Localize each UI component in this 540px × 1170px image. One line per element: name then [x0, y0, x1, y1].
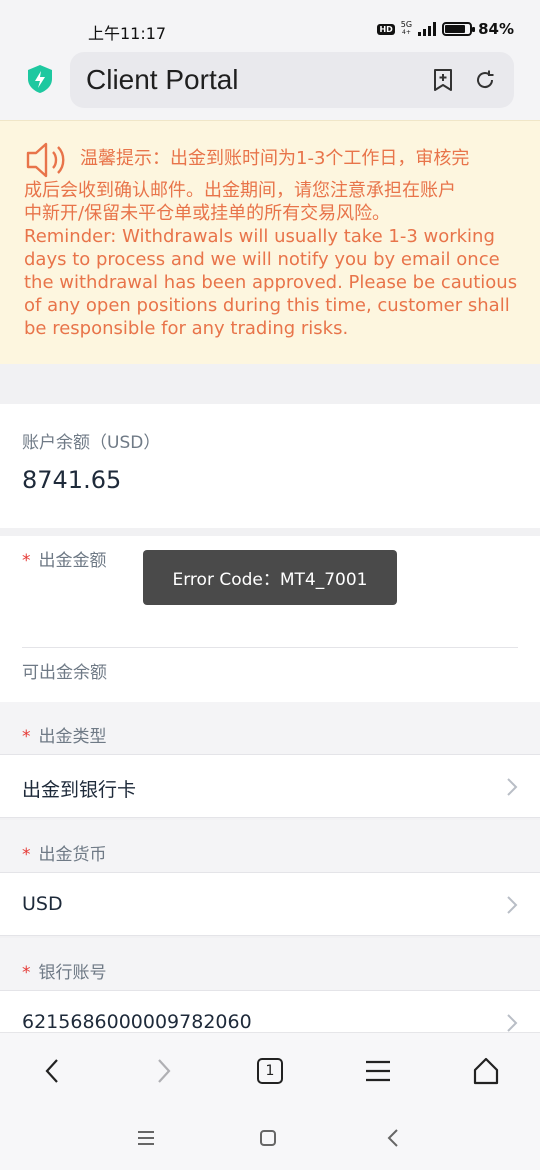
network-icon: 5G 4+	[400, 20, 413, 37]
currency-label: * 出金货币	[22, 845, 107, 865]
battery-icon	[442, 22, 476, 36]
balance-label: 账户余额（USD）	[22, 433, 161, 453]
reload-icon[interactable]	[474, 69, 496, 91]
account-value: 6215686000009782060	[22, 1011, 252, 1033]
forward-icon	[158, 1059, 171, 1083]
forward-button[interactable]	[144, 1051, 184, 1091]
address-area: Client Portal	[0, 52, 540, 120]
recent-apps-icon[interactable]	[134, 1126, 158, 1150]
bookmark-add-icon[interactable]	[432, 69, 454, 91]
currency-value: USD	[22, 893, 63, 915]
required-mark: *	[22, 963, 31, 983]
withdrawal-notice: 温馨提示：出金到账时间为1-3个工作日，审核完 成后会收到确认邮件。出金期间，请…	[0, 120, 540, 364]
browser-toolbar: 1	[0, 1032, 540, 1106]
amount-label: * 出金金额	[22, 551, 107, 571]
back-button[interactable]	[32, 1051, 72, 1091]
spacer	[0, 364, 540, 404]
notice-zh-line2: 成后会收到确认邮件。出金期间，请您注意承担在账户	[24, 180, 456, 201]
required-mark: *	[22, 845, 31, 865]
url-bar[interactable]: Client Portal	[70, 52, 514, 108]
required-mark: *	[22, 551, 31, 571]
tabs-button[interactable]: 1	[250, 1051, 290, 1091]
status-icons: HD 5G 4+ 84%	[377, 20, 514, 38]
withdrawal-type-select[interactable]: 出金到银行卡	[0, 754, 540, 818]
notice-zh-line3: 中新开/保留未平仓单或挂单的所有交易风险。	[24, 203, 391, 224]
error-toast: Error Code：MT4_7001	[143, 550, 397, 605]
divider	[22, 647, 518, 648]
type-value: 出金到银行卡	[22, 779, 137, 801]
balance-value: 8741.65	[22, 466, 122, 494]
home-icon	[473, 1057, 499, 1085]
hd-icon: HD	[377, 23, 395, 35]
back-icon	[45, 1059, 58, 1083]
notice-text: 温馨提示：出金到账时间为1-3个工作日，审核完 成后会收到确认邮件。出金期间，请…	[24, 147, 520, 340]
home-button[interactable]	[466, 1051, 506, 1091]
tabs-icon: 1	[257, 1058, 283, 1084]
menu-button[interactable]	[358, 1051, 398, 1091]
account-label: * 银行账号	[22, 963, 107, 983]
available-balance-label: 可出金余额	[22, 663, 107, 683]
type-label: * 出金类型	[22, 727, 107, 747]
required-mark: *	[22, 727, 31, 747]
currency-select[interactable]: USD	[0, 872, 540, 936]
shield-icon[interactable]	[26, 64, 54, 94]
chevron-right-icon	[507, 1014, 518, 1032]
notice-zh-line1: 温馨提示：出金到账时间为1-3个工作日，审核完	[80, 148, 470, 169]
status-bar: 上午11:17 HD 5G 4+ 84%	[0, 0, 540, 52]
notice-en: Reminder: Withdrawals will usually take …	[24, 226, 518, 339]
system-navigation	[0, 1106, 540, 1170]
chevron-right-icon	[507, 778, 518, 796]
battery-percent: 84%	[478, 20, 514, 38]
status-time: 上午11:17	[88, 24, 167, 43]
home-square-icon[interactable]	[256, 1126, 280, 1150]
page-title[interactable]: Client Portal	[86, 64, 239, 96]
signal-icon	[418, 22, 437, 36]
chevron-right-icon	[507, 896, 518, 914]
balance-card: 账户余额（USD） 8741.65	[0, 404, 540, 528]
menu-icon	[366, 1060, 390, 1082]
back-nav-icon[interactable]	[382, 1126, 406, 1150]
battery-fill	[445, 25, 466, 33]
